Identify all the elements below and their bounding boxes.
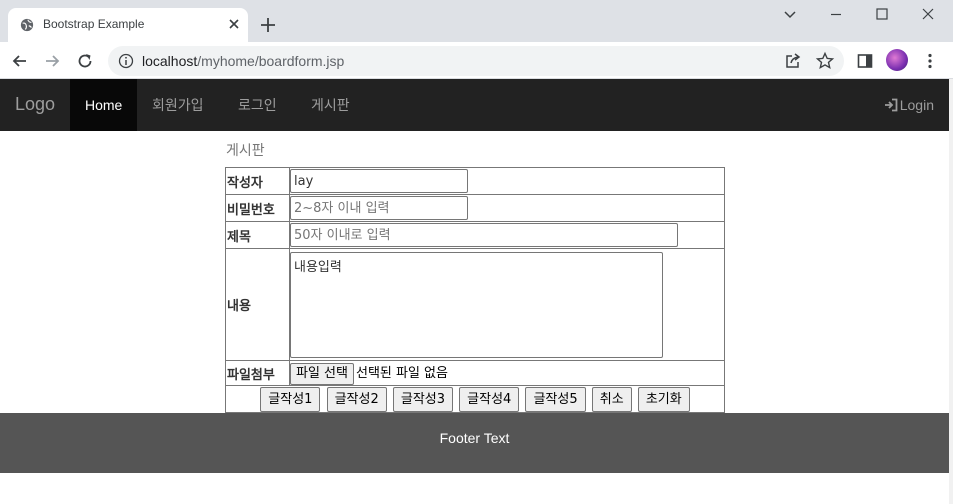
nav-item-home[interactable]: Home — [70, 79, 138, 131]
content-label: 내용 — [225, 248, 290, 361]
password-label: 비밀번호 — [225, 194, 290, 222]
board-form-table: 작성자 비밀번호 제목 내용 내용입력 파일첨부 파일 선택선택된 파일 없음 … — [225, 167, 725, 413]
close-window-icon[interactable] — [920, 6, 936, 22]
page-heading: 게시판 — [226, 143, 265, 159]
address-bar[interactable]: localhost/myhome/boardform.jsp — [108, 46, 844, 76]
file-status: 선택된 파일 없음 — [355, 365, 448, 381]
scrollbar[interactable] — [949, 79, 953, 504]
star-icon[interactable] — [815, 51, 835, 71]
write-button-5[interactable]: 글작성5 — [525, 386, 586, 412]
share-icon[interactable] — [783, 51, 803, 71]
close-tab-icon[interactable] — [226, 16, 242, 32]
nav-item-signup[interactable]: 회원가입 — [137, 79, 219, 131]
write-button-4[interactable]: 글작성4 — [459, 386, 520, 412]
log-in-icon — [884, 98, 898, 112]
site-navbar: Logo Home 회원가입 로그인 게시판 Login — [0, 79, 949, 131]
reload-icon[interactable] — [75, 51, 95, 71]
write-button-1[interactable]: 글작성1 — [260, 386, 321, 412]
content-row: 내용 내용입력 — [225, 248, 725, 361]
writer-label: 작성자 — [225, 167, 290, 195]
site-footer: Footer Text — [0, 413, 949, 473]
menu-dots-icon[interactable] — [920, 51, 940, 71]
url-path: /myhome/boardform.jsp — [197, 53, 345, 69]
tab-title: Bootstrap Example — [43, 17, 145, 31]
subject-row: 제목 — [225, 221, 725, 249]
brand-logo[interactable]: Logo — [15, 94, 55, 115]
password-input[interactable] — [290, 196, 468, 220]
globe-icon — [20, 18, 34, 32]
maximize-icon[interactable] — [874, 6, 890, 22]
nav-item-board[interactable]: 게시판 — [296, 79, 365, 131]
writer-row: 작성자 — [225, 167, 725, 195]
url-text: localhost/myhome/boardform.jsp — [142, 53, 344, 69]
minimize-icon[interactable] — [828, 6, 844, 22]
reset-button[interactable]: 초기화 — [637, 386, 690, 412]
write-button-2[interactable]: 글작성2 — [326, 386, 387, 412]
subject-input[interactable] — [290, 223, 678, 247]
cancel-button[interactable]: 취소 — [591, 386, 632, 412]
file-choose-button[interactable]: 파일 선택 — [290, 362, 354, 385]
file-label: 파일첨부 — [225, 360, 290, 386]
browser-tabstrip: Bootstrap Example — [0, 0, 953, 42]
writer-input[interactable] — [290, 169, 468, 193]
write-button-3[interactable]: 글작성3 — [392, 386, 454, 412]
login-link[interactable]: Login — [884, 79, 934, 131]
side-panel-icon[interactable] — [855, 51, 875, 71]
url-host: localhost — [142, 53, 198, 69]
file-row: 파일첨부 파일 선택 선택된 파일 없음 — [225, 360, 725, 386]
footer-text: Footer Text — [439, 430, 510, 446]
profile-avatar[interactable] — [886, 49, 908, 71]
back-icon[interactable] — [10, 51, 30, 71]
info-icon[interactable] — [118, 53, 134, 69]
subject-label: 제목 — [225, 221, 290, 249]
login-label: Login — [899, 97, 934, 113]
browser-tab[interactable]: Bootstrap Example — [8, 8, 248, 42]
chevron-down-icon[interactable] — [782, 6, 798, 22]
new-tab-icon[interactable] — [258, 15, 278, 35]
button-row: 글작성1 글작성2 글작성3 글작성4 글작성5 취소 초기화 — [225, 385, 725, 413]
content-textarea[interactable]: 내용입력 — [290, 251, 663, 358]
forward-icon[interactable] — [42, 51, 62, 71]
nav-item-login[interactable]: 로그인 — [223, 79, 292, 131]
password-row: 비밀번호 — [225, 194, 725, 222]
browser-toolbar: localhost/myhome/boardform.jsp — [0, 42, 953, 79]
